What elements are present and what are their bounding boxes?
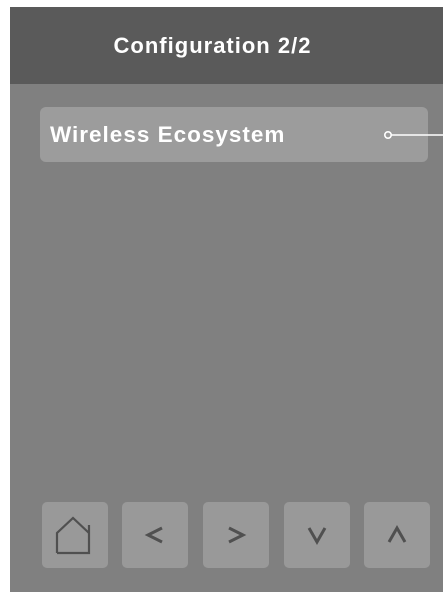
device-screen: Configuration 2/2 Wireless Ecosystem	[10, 7, 443, 592]
chevron-left-icon	[144, 526, 163, 544]
chevron-up-icon	[387, 524, 407, 543]
home-icon	[55, 516, 91, 555]
scroll-down-button[interactable]	[284, 502, 350, 568]
chevron-right-icon	[228, 526, 247, 544]
menu-item-wireless-ecosystem[interactable]: Wireless Ecosystem	[40, 107, 443, 162]
home-button[interactable]	[42, 502, 108, 568]
chevron-down-icon	[307, 527, 327, 546]
header-bar: Configuration 2/2	[10, 7, 443, 84]
menu-item-label: Wireless Ecosystem	[50, 122, 286, 147]
navigation-bar	[10, 502, 443, 572]
previous-button[interactable]	[122, 502, 188, 568]
callout-leader-line	[384, 131, 443, 139]
scroll-up-button[interactable]	[364, 502, 430, 568]
next-button[interactable]	[203, 502, 269, 568]
page-title: Configuration 2/2	[113, 32, 312, 58]
